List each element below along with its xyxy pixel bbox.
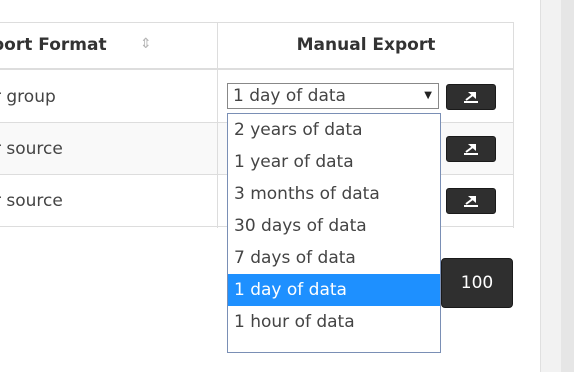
column-header-label: port Format: [0, 35, 107, 55]
side-panel: [540, 0, 574, 372]
column-header-manual-export: Manual Export: [296, 35, 436, 55]
dropdown-option[interactable]: 1 hour of data: [228, 306, 440, 338]
export-format-cell: r group: [0, 87, 56, 107]
dropdown-option[interactable]: 30 days of data: [228, 210, 440, 242]
dropdown-option[interactable]: 7 days of data: [228, 242, 440, 274]
export-format-cell: r source: [0, 191, 63, 211]
export-period-value: 1 day of data: [233, 86, 346, 106]
chevron-down-icon[interactable]: ▼: [424, 84, 432, 108]
dropdown-option-selected[interactable]: 1 day of data: [228, 274, 440, 306]
scrollbar[interactable]: [561, 0, 574, 372]
export-period-dropdown: 2 years of data 1 year of data 3 months …: [227, 113, 441, 353]
export-format-cell: r source: [0, 139, 63, 159]
dropdown-option[interactable]: 1 year of data: [228, 146, 440, 178]
export-button[interactable]: [446, 188, 496, 214]
export-button[interactable]: [446, 84, 496, 110]
dropdown-option[interactable]: 2 years of data: [228, 114, 440, 146]
column-divider: [217, 22, 218, 228]
page: port Format ⇕ Manual Export r group r so…: [0, 0, 574, 372]
table-header: port Format ⇕ Manual Export: [0, 22, 514, 70]
dropdown-option[interactable]: 3 months of data: [228, 178, 440, 210]
table-right-border: [513, 22, 514, 228]
export-icon: [464, 196, 478, 207]
export-button[interactable]: [446, 136, 496, 162]
export-period-select[interactable]: 1 day of data ▼: [227, 83, 439, 109]
export-icon: [464, 92, 478, 103]
sort-icon[interactable]: ⇕: [140, 36, 152, 52]
export-icon: [464, 144, 478, 155]
page-size-button[interactable]: 100: [441, 258, 513, 308]
